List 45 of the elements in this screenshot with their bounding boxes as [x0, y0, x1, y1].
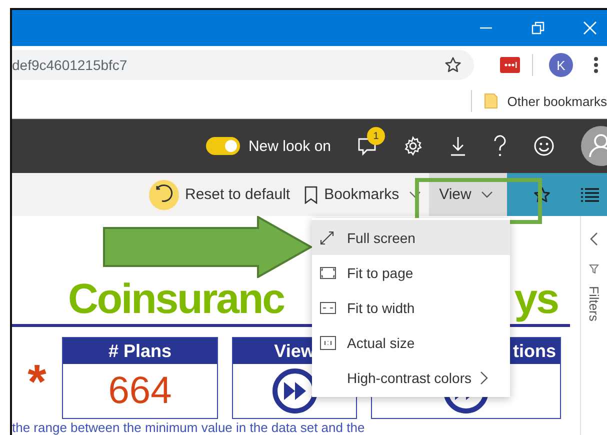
more-icon[interactable] — [593, 56, 599, 74]
address-bar[interactable]: def9c4601215bfc7 — [12, 50, 474, 80]
plan-count: 664 — [108, 370, 172, 412]
reset-button[interactable]: Reset to default — [149, 180, 298, 210]
chevron-left-icon[interactable] — [590, 232, 598, 246]
notification-badge: 1 — [367, 127, 385, 145]
card-header: # Plans — [63, 338, 217, 364]
folder-icon — [484, 93, 498, 109]
report-title: Coinsuranc — [68, 278, 284, 320]
bookmark-folder[interactable]: Other bookmarks — [507, 94, 607, 108]
star-icon[interactable] — [444, 56, 462, 74]
list-icon[interactable] — [581, 188, 599, 202]
settings-icon[interactable] — [403, 136, 423, 156]
toggle-switch[interactable] — [206, 137, 240, 155]
asterisk-mark: * — [26, 359, 48, 407]
undo-icon — [149, 180, 179, 210]
fast-forward-icon[interactable] — [272, 368, 318, 414]
report-title: ys — [514, 278, 558, 320]
restore-icon[interactable] — [531, 21, 545, 35]
profile-avatar[interactable]: K — [549, 53, 573, 77]
extension-icon[interactable] — [500, 57, 520, 73]
expand-icon — [320, 230, 334, 244]
chevron-right-icon — [480, 370, 488, 384]
menu-item[interactable]: Fit to page — [312, 255, 510, 290]
close-icon[interactable] — [583, 21, 597, 35]
description-text: the range between the minimum value in the data set and the — [12, 421, 366, 435]
address-text: def9c4601215bfc7 — [12, 57, 128, 73]
filter-icon — [589, 264, 599, 274]
bookmarks-button[interactable]: Bookmarks — [304, 180, 408, 210]
chevron-down-icon — [481, 190, 494, 198]
menu-item[interactable]: Full screen — [312, 220, 510, 255]
toggle-label: New look on — [248, 138, 331, 154]
help-icon[interactable] — [493, 135, 507, 157]
filters-pane[interactable]: Filters — [580, 216, 607, 435]
filters-label: Filters — [586, 286, 602, 322]
view-button[interactable]: View — [429, 173, 508, 216]
chevron-down-icon[interactable] — [409, 190, 422, 198]
menu-item[interactable]: Fit to width — [312, 290, 510, 325]
download-icon[interactable] — [449, 136, 467, 156]
actual-size-icon — [320, 336, 336, 350]
bookmark-icon — [304, 186, 318, 204]
fit-width-icon — [320, 302, 336, 314]
fit-page-icon — [320, 266, 336, 278]
smiley-icon[interactable] — [533, 135, 555, 157]
star-icon[interactable] — [533, 186, 552, 204]
